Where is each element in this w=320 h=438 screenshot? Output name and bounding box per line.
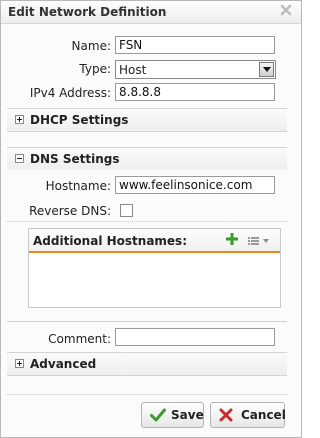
dns-settings-section[interactable]: DNS Settings: [7, 147, 287, 170]
name-label: Name:: [71, 39, 111, 53]
expand-icon[interactable]: [15, 359, 24, 368]
save-button-label: Save: [171, 408, 204, 422]
chevron-down-icon[interactable]: [259, 62, 274, 77]
close-icon[interactable]: [279, 3, 293, 17]
advanced-title: Advanced: [30, 357, 97, 371]
additional-hostnames-title: Additional Hostnames:: [33, 234, 187, 248]
collapse-icon[interactable]: [15, 154, 24, 163]
cancel-x-icon: [219, 408, 233, 425]
expand-icon[interactable]: [15, 115, 24, 124]
cancel-button-label: Cancel: [241, 408, 286, 422]
additional-hostnames-panel: Additional Hostnames:: [28, 228, 281, 308]
reverse-dns-label: Reverse DNS:: [29, 204, 111, 218]
divider: [7, 394, 287, 395]
type-select-value: Host: [119, 63, 147, 77]
hostname-label: Hostname:: [45, 179, 111, 193]
type-select[interactable]: Host: [115, 60, 276, 79]
name-input[interactable]: [115, 36, 275, 54]
type-label: Type:: [79, 62, 111, 76]
divider: [7, 221, 287, 222]
ipv4-label: IPv4 Address:: [29, 86, 111, 100]
ipv4-input[interactable]: [115, 83, 275, 101]
list-menu-icon[interactable]: [248, 235, 272, 249]
divider: [7, 321, 287, 322]
save-button[interactable]: Save: [141, 402, 204, 428]
reverse-dns-checkbox[interactable]: [120, 204, 133, 217]
edit-network-dialog: Edit Network Definition Name: Type: Host…: [0, 0, 302, 438]
additional-hostnames-header: Additional Hostnames:: [29, 229, 280, 253]
cancel-button[interactable]: Cancel: [210, 402, 286, 428]
comment-input[interactable]: [115, 328, 275, 346]
dhcp-settings-title: DHCP Settings: [30, 113, 129, 127]
dialog-title: Edit Network Definition: [8, 5, 167, 19]
plus-icon[interactable]: [225, 232, 239, 249]
advanced-section[interactable]: Advanced: [7, 352, 287, 376]
comment-label: Comment:: [48, 332, 111, 346]
checkmark-icon: [150, 408, 166, 425]
dialog-titlebar[interactable]: Edit Network Definition: [1, 1, 301, 24]
dns-settings-title: DNS Settings: [30, 152, 120, 166]
hostname-input[interactable]: [115, 176, 275, 194]
dhcp-settings-section[interactable]: DHCP Settings: [7, 108, 287, 132]
